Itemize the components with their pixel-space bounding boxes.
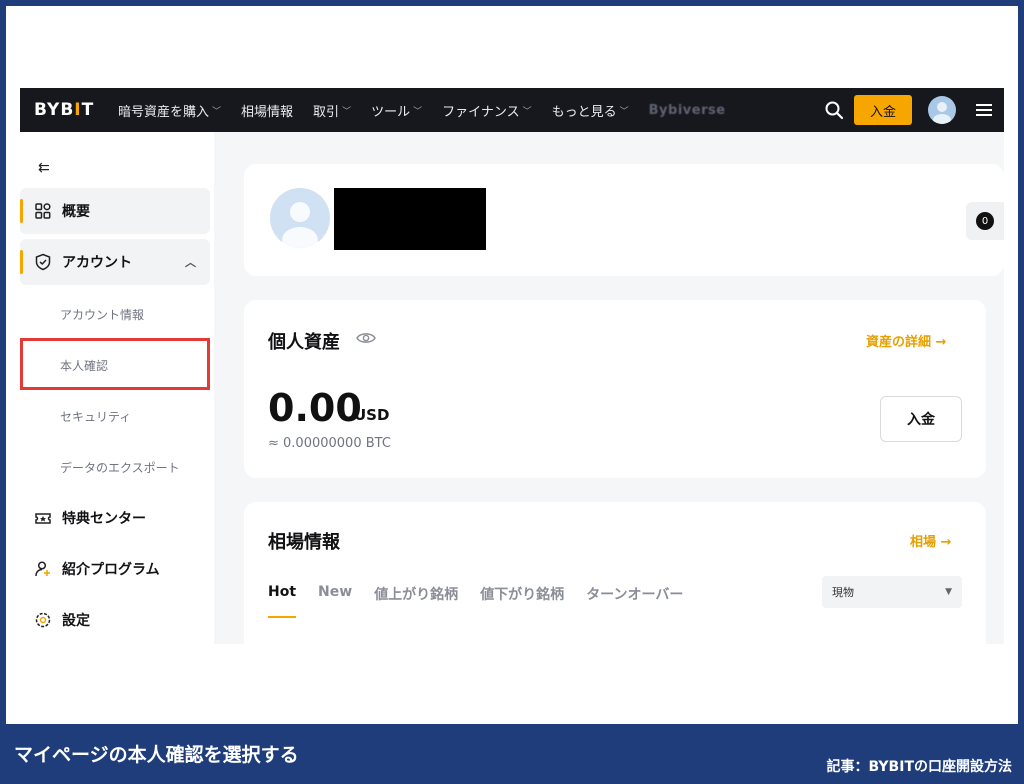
user-avatar[interactable] bbox=[928, 96, 956, 124]
sidebar-item-label: アカウント bbox=[62, 255, 132, 271]
market-type-select[interactable]: 現物 ▼ bbox=[822, 576, 962, 608]
caption-source: 記事：BYBITの口座開設方法 bbox=[826, 759, 1012, 775]
nav-menu: 暗号資産を購入 ﹀ 相場情報 取引 ﹀ ツール ﹀ ファイナンス ﹀ もっと見る ﹀ By… bbox=[118, 101, 746, 120]
sidebar-subitem-data-export[interactable]: データのエクスポート bbox=[60, 459, 180, 476]
market-link[interactable]: 相場 → bbox=[910, 531, 951, 550]
active-indicator bbox=[20, 250, 23, 274]
sidebar-item-settings[interactable]: 設定 bbox=[20, 597, 210, 643]
nav-markets[interactable]: 相場情報 bbox=[241, 101, 293, 120]
redacted-username bbox=[334, 188, 486, 250]
chevron-down-icon: ﹀ bbox=[619, 106, 629, 117]
caret-down-icon: ▼ bbox=[945, 587, 952, 597]
nav-finance[interactable]: ファイナンス ﹀ bbox=[442, 101, 532, 120]
chevron-down-icon: ﹀ bbox=[342, 106, 352, 117]
chevron-up-icon[interactable]: ︿ bbox=[185, 254, 196, 270]
active-indicator bbox=[20, 199, 23, 223]
sidebar-item-account[interactable]: アカウント ︿ bbox=[20, 239, 210, 285]
nav-right: 入金 bbox=[824, 95, 1004, 125]
sidebar-item-overview[interactable]: 概要 bbox=[20, 188, 210, 234]
market-card: 相場情報 相場 → Hot New 値上がり銘柄 値下がり銘柄 ターンオーバー … bbox=[244, 502, 986, 644]
tab-gainers[interactable]: 値上がり銘柄 bbox=[374, 584, 458, 604]
user-plus-icon bbox=[35, 561, 50, 577]
asset-details-link[interactable]: 資産の詳細 → bbox=[866, 331, 946, 350]
eye-icon[interactable] bbox=[356, 331, 376, 345]
deposit-button[interactable]: 入金 bbox=[880, 396, 962, 442]
shield-icon bbox=[35, 253, 51, 271]
nav-trade[interactable]: 取引 ﹀ bbox=[313, 101, 351, 120]
search-icon[interactable] bbox=[824, 100, 844, 120]
sidebar-item-label: 概要 bbox=[62, 204, 90, 220]
highlight-annotation-box bbox=[20, 338, 210, 390]
sidebar-item-label: 紹介プログラム bbox=[62, 562, 160, 578]
balance-unit: USD bbox=[354, 406, 390, 424]
nav-more[interactable]: もっと見る ﹀ bbox=[552, 101, 629, 120]
sidebar-item-label: 設定 bbox=[62, 613, 90, 629]
market-tabs: Hot New 値上がり銘柄 値下がり銘柄 ターンオーバー bbox=[268, 584, 705, 618]
page-body: ⇇ 概要 アカウント ︿ アカウント情報 本人確認 セキュリティ データのエクス… bbox=[20, 132, 1004, 644]
balance-value: 0.00 bbox=[268, 386, 362, 430]
sidebar-subitem-account-info[interactable]: アカウント情報 bbox=[60, 306, 144, 323]
caption-title: マイページの本人確認を選択する bbox=[14, 744, 299, 766]
tab-hot[interactable]: Hot bbox=[268, 584, 297, 618]
top-nav: BYBIT 暗号資産を購入 ﹀ 相場情報 取引 ﹀ ツール ﹀ ファイナンス ﹀ もっと… bbox=[20, 88, 1004, 132]
sidebar-item-label: 特典センター bbox=[62, 511, 146, 527]
tab-new[interactable]: New bbox=[318, 584, 352, 604]
profile-card: 0 bbox=[244, 164, 1004, 276]
assets-title: 個人資産 bbox=[268, 332, 340, 353]
chevron-down-icon: ﹀ bbox=[413, 106, 423, 117]
notification-badge[interactable]: 0 bbox=[966, 202, 1004, 240]
tab-turnover[interactable]: ターンオーバー bbox=[586, 584, 683, 604]
chevron-down-icon: ﹀ bbox=[522, 106, 532, 117]
sidebar: ⇇ 概要 アカウント ︿ アカウント情報 本人確認 セキュリティ データのエクス… bbox=[20, 132, 214, 644]
assets-card: 個人資産 資産の詳細 → 0.00 USD ≈ 0.00000000 BTC 入… bbox=[244, 300, 986, 478]
chevron-down-icon: ﹀ bbox=[212, 106, 222, 117]
nav-bybiverse[interactable]: Bybiverse bbox=[649, 103, 726, 118]
collapse-sidebar-icon[interactable]: ⇇ bbox=[38, 160, 50, 176]
menu-icon[interactable] bbox=[976, 101, 992, 119]
market-title: 相場情報 bbox=[268, 532, 340, 553]
sidebar-item-referral[interactable]: 紹介プログラム bbox=[20, 546, 210, 592]
nav-tools[interactable]: ツール ﹀ bbox=[371, 101, 422, 120]
tab-losers[interactable]: 値下がり銘柄 bbox=[480, 584, 564, 604]
sidebar-item-rewards[interactable]: 特典センター bbox=[20, 495, 210, 541]
gear-icon bbox=[35, 612, 51, 628]
dashboard-icon bbox=[35, 203, 51, 219]
nav-deposit-button[interactable]: 入金 bbox=[854, 95, 912, 125]
profile-avatar[interactable] bbox=[270, 188, 330, 248]
ticket-icon bbox=[35, 513, 51, 524]
balance-btc-equivalent: ≈ 0.00000000 BTC bbox=[268, 436, 391, 451]
sidebar-subitem-security[interactable]: セキュリティ bbox=[60, 408, 131, 425]
bybit-logo[interactable]: BYBIT bbox=[34, 100, 118, 120]
nav-buy-crypto[interactable]: 暗号資産を購入 ﹀ bbox=[118, 101, 221, 120]
